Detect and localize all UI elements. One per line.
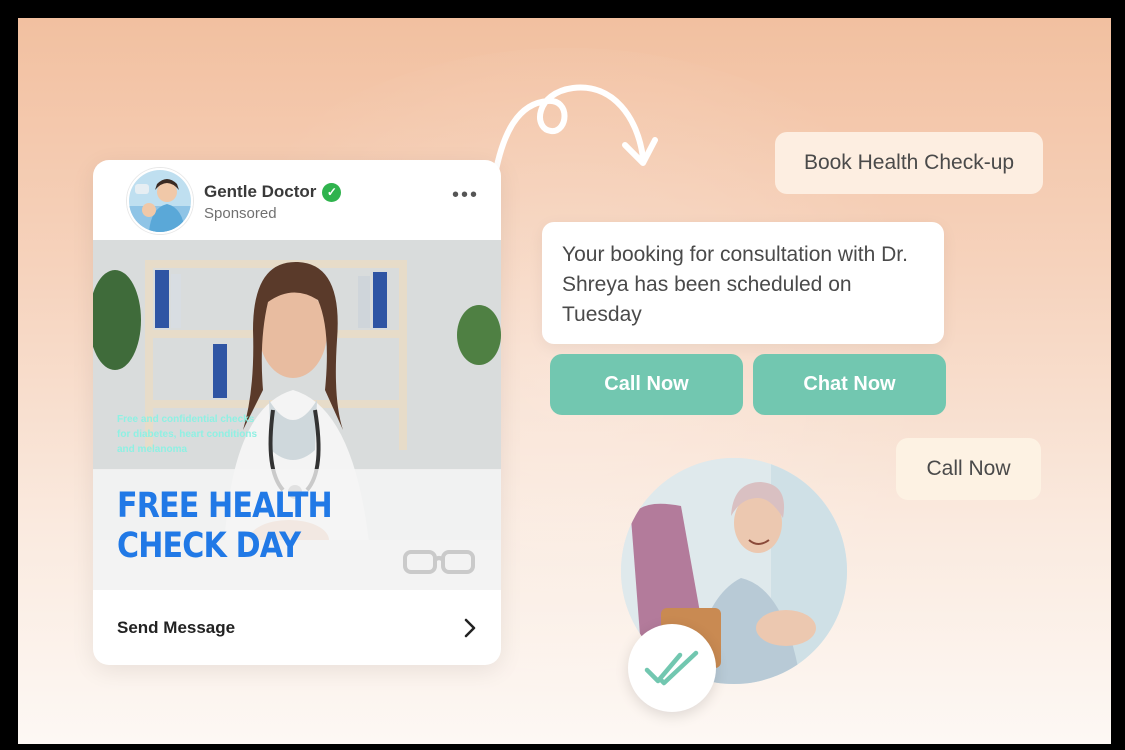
page-avatar[interactable] <box>127 168 193 234</box>
verified-badge-icon: ✓ <box>322 182 342 202</box>
chevron-right-icon[interactable] <box>463 617 477 639</box>
send-message-button[interactable]: Send Message <box>93 590 501 665</box>
ad-header: Gentle Doctor ✓ Sponsored ••• <box>93 160 501 240</box>
ad-image[interactable]: Free and confidential checks for diabete… <box>93 240 501 590</box>
send-message-label[interactable]: Send Message <box>117 618 235 638</box>
page-name[interactable]: Gentle Doctor ✓ <box>204 182 342 202</box>
call-now-label[interactable]: Call Now <box>604 373 688 396</box>
call-now-button[interactable]: Call Now <box>550 354 743 415</box>
chat-now-button[interactable]: Chat Now <box>753 354 946 415</box>
sponsored-ad-card[interactable]: Gentle Doctor ✓ Sponsored ••• Free and c… <box>93 160 501 665</box>
curly-arrow-icon <box>492 84 658 178</box>
headline-line-1: FREE HEALTH <box>117 486 333 526</box>
quick-reply-bubble[interactable]: Book Health Check-up <box>775 132 1043 194</box>
marketing-canvas: Gentle Doctor ✓ Sponsored ••• Free and c… <box>18 18 1111 744</box>
bot-message-bubble: Your booking for consultation with Dr. S… <box>542 222 944 344</box>
user-reply-bubble: Call Now <box>896 438 1041 500</box>
more-options-icon[interactable]: ••• <box>452 184 479 207</box>
ad-headline: FREE HEALTH CHECK DAY <box>117 486 333 566</box>
bot-message-text: Your booking for consultation with Dr. S… <box>562 243 908 326</box>
ad-tagline: Free and confidential checks for diabete… <box>117 414 258 455</box>
chat-now-label[interactable]: Chat Now <box>803 373 895 396</box>
quick-reply-label[interactable]: Book Health Check-up <box>804 151 1014 175</box>
page-name-label[interactable]: Gentle Doctor <box>204 182 316 202</box>
headline-line-2: CHECK DAY <box>117 526 301 566</box>
double-check-icon <box>644 650 699 686</box>
sponsored-label: Sponsored <box>204 205 277 222</box>
user-reply-text: Call Now <box>926 457 1011 480</box>
delivered-status <box>628 624 716 712</box>
